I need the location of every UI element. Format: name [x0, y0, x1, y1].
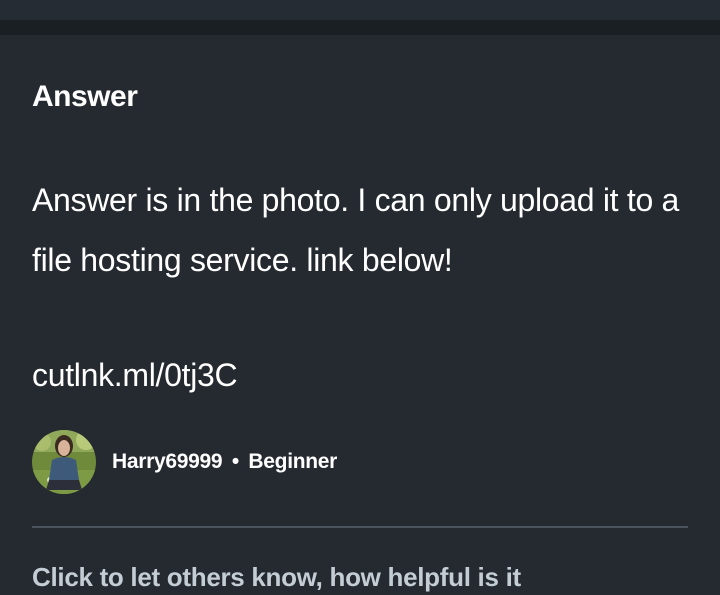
answer-page: Answer Answer is in the photo. I can onl…	[0, 0, 720, 595]
author-separator: •	[231, 450, 239, 473]
top-strip	[0, 0, 720, 20]
author-meta: Harry69999 • Beginner	[112, 450, 337, 474]
author-rank: Beginner	[248, 450, 338, 473]
top-divider-bar	[0, 20, 720, 35]
user-photo-icon	[32, 430, 96, 494]
divider	[32, 526, 688, 528]
answer-heading: Answer	[32, 80, 138, 113]
rate-helpfulness-prompt[interactable]: Click to let others know, how helpful is…	[32, 562, 521, 593]
author-name[interactable]: Harry69999	[112, 450, 223, 473]
avatar[interactable]	[32, 430, 96, 494]
answer-body: Answer is in the photo. I can only uploa…	[32, 182, 680, 278]
answer-link[interactable]: cutlnk.ml/0tj3C	[32, 353, 238, 397]
author-row[interactable]: Harry69999 • Beginner	[32, 430, 337, 494]
